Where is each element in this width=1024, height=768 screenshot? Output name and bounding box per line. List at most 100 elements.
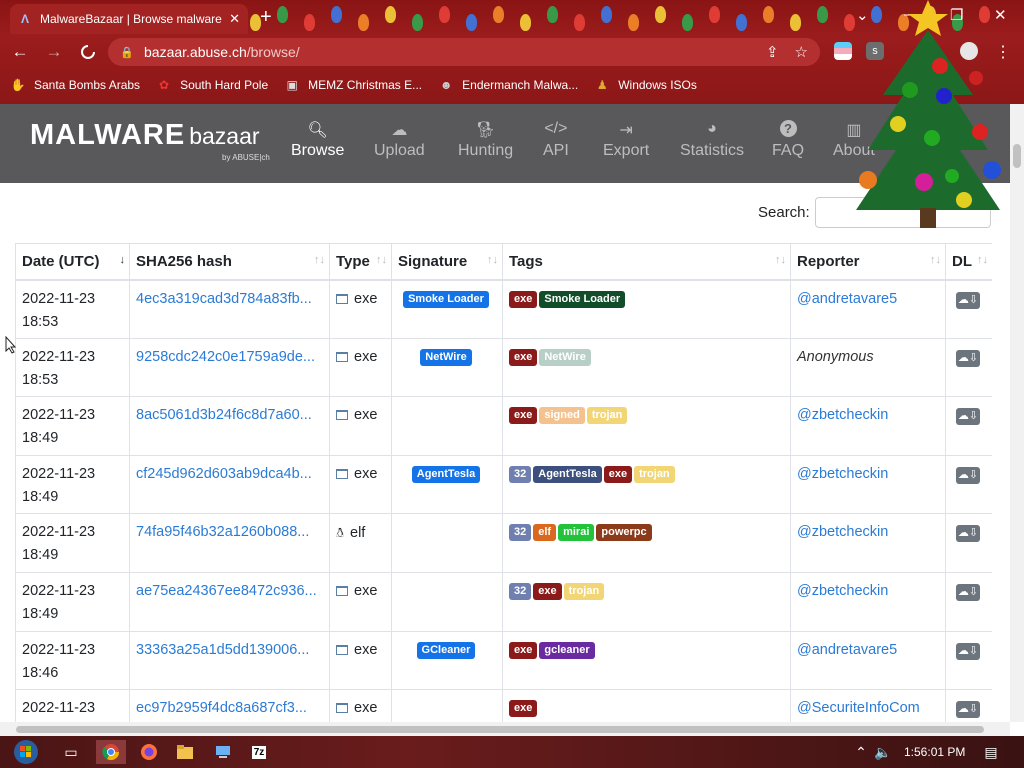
vertical-scrollbar[interactable]	[1010, 104, 1024, 722]
column-header[interactable]: Reporter ↑↓	[790, 243, 946, 281]
tag-badge[interactable]: 32	[509, 465, 532, 483]
share-icon[interactable]: ⇪	[766, 43, 779, 61]
taskbar-clock[interactable]: 1:56:01 PM	[904, 745, 965, 759]
bookmark-item[interactable]: ✿ South Hard Pole	[156, 77, 268, 93]
sort-icon[interactable]: ↑↓	[930, 254, 941, 266]
tag-badge[interactable]: NetWire	[539, 348, 591, 366]
reporter-link[interactable]: @zbetcheckin	[797, 524, 888, 540]
notification-center-icon[interactable]: ▤	[976, 740, 1006, 764]
7zip-icon[interactable]: 7z	[244, 740, 274, 764]
menu-export[interactable]: ⇥ Export	[603, 120, 649, 160]
sha256-link[interactable]: ec97b2959f4dc8a687cf3...	[136, 697, 323, 720]
address-bar[interactable]: 🔒 bazaar.abuse.ch/browse/ ⇪ ☆	[108, 38, 820, 66]
tag-badge[interactable]: 32	[509, 524, 532, 542]
tag-badge[interactable]: exe	[533, 582, 562, 600]
sha256-link[interactable]: 33363a25a1d5dd139006...	[136, 639, 323, 662]
tag-badge[interactable]: exe	[509, 700, 538, 718]
sort-icon[interactable]: ↑↓	[314, 254, 325, 266]
column-header[interactable]: DL ↑↓	[945, 243, 992, 281]
cloud-download-icon[interactable]: ☁⇩	[956, 349, 980, 367]
menu-browse[interactable]: 🔍︎ Browse	[291, 120, 344, 160]
sort-icon[interactable]: ↓	[120, 254, 126, 266]
signature-badge[interactable]: Smoke Loader	[403, 290, 489, 308]
bookmark-item[interactable]: ☻ Endermanch Malwa...	[438, 77, 578, 93]
cloud-download-icon[interactable]: ☁⇩	[956, 642, 980, 660]
tag-badge[interactable]: trojan	[586, 407, 628, 425]
forward-button[interactable]: →	[40, 38, 68, 66]
horizontal-scroll-thumb[interactable]	[16, 726, 984, 733]
reporter-link[interactable]: @SecuriteInfoCom	[797, 700, 920, 716]
firefox-taskbar-icon[interactable]	[134, 740, 164, 764]
cloud-download-icon[interactable]: ☁⇩	[956, 291, 980, 309]
tag-badge[interactable]: powerpc	[596, 524, 652, 542]
menu-statistics[interactable]: ◕ Statistics	[680, 120, 744, 160]
column-header[interactable]: Type ↑↓	[329, 243, 392, 281]
new-tab-button[interactable]: +	[260, 6, 272, 29]
sort-icon[interactable]: ↑↓	[775, 254, 786, 266]
tag-badge[interactable]: AgentTesla	[533, 465, 602, 483]
reporter-link[interactable]: @zbetcheckin	[797, 466, 888, 482]
bookmark-item[interactable]: ♟ Windows ISOs	[594, 77, 697, 93]
tag-badge[interactable]: exe	[509, 348, 538, 366]
menu-hunting[interactable]: 🐕︎ Hunting	[458, 120, 513, 160]
tag-badge[interactable]: trojan	[563, 582, 605, 600]
reporter-link[interactable]: @zbetcheckin	[797, 407, 888, 423]
column-header[interactable]: Date (UTC) ↓	[15, 243, 130, 281]
network-app-icon[interactable]	[208, 740, 238, 764]
reporter-link[interactable]: @andretavare5	[797, 291, 897, 307]
tag-badge[interactable]: trojan	[634, 465, 675, 483]
tag-badge[interactable]: gcleaner	[539, 641, 595, 659]
horizontal-scrollbar[interactable]	[0, 722, 1010, 736]
sha256-link[interactable]: 8ac5061d3b24f6c8d7a60...	[136, 404, 323, 427]
start-button[interactable]	[8, 740, 44, 764]
browser-tab[interactable]: Λ MalwareBazaar | Browse malware ✕	[10, 4, 248, 34]
tab-close-icon[interactable]: ✕	[229, 11, 240, 27]
column-header[interactable]: SHA256 hash ↑↓	[129, 243, 330, 281]
sha256-link[interactable]: 9258cdc242c0e1759a9de...	[136, 346, 323, 369]
tag-badge[interactable]: Smoke Loader	[539, 290, 626, 308]
reporter-link[interactable]: @zbetcheckin	[797, 583, 888, 599]
menu-upload[interactable]: ☁ Upload	[374, 120, 425, 160]
bookmark-item[interactable]: ✋ Santa Bombs Arabs	[10, 77, 141, 93]
tag-badge[interactable]: exe	[509, 290, 538, 308]
cloud-download-icon[interactable]: ☁⇩	[956, 408, 980, 426]
sort-icon[interactable]: ↑↓	[487, 254, 498, 266]
tag-badge[interactable]: 32	[509, 582, 532, 600]
column-header[interactable]: Signature ↑↓	[391, 243, 503, 281]
sha256-link[interactable]: ae75ea24367ee8472c936...	[136, 580, 323, 603]
sha256-link[interactable]: 74fa95f46b32a1260b088...	[136, 521, 323, 544]
bookmark-item[interactable]: ▣ MEMZ Christmas E...	[284, 77, 422, 93]
menu-api[interactable]: </> API	[543, 120, 569, 160]
bookmark-star-icon[interactable]: ☆	[795, 43, 808, 61]
sort-icon[interactable]: ↑↓	[376, 254, 387, 266]
menu-faq[interactable]: ? FAQ	[772, 120, 804, 160]
sha256-link[interactable]: 4ec3a319cad3d784a83fb...	[136, 288, 323, 311]
vertical-scroll-thumb[interactable]	[1013, 144, 1021, 168]
reporter-link[interactable]: @andretavare5	[797, 642, 897, 658]
cloud-download-icon[interactable]: ☁⇩	[956, 583, 980, 601]
tag-badge[interactable]: exe	[509, 641, 538, 659]
tag-badge[interactable]: exe	[603, 465, 633, 483]
tag-badge[interactable]: mirai	[558, 524, 595, 542]
back-button[interactable]: ←	[6, 38, 34, 66]
cloud-download-icon[interactable]: ☁⇩	[956, 525, 980, 543]
malwarebazaar-logo[interactable]: MALWARE bazaar by ABUSE|ch	[30, 119, 270, 162]
chrome-taskbar-icon[interactable]	[96, 740, 126, 764]
task-view-icon[interactable]: ▭	[56, 740, 86, 764]
volume-icon[interactable]: 🔈	[868, 740, 898, 764]
signature-badge[interactable]: GCleaner	[416, 641, 476, 659]
file-explorer-icon[interactable]	[170, 740, 200, 764]
stop-loading-button[interactable]	[74, 38, 102, 66]
tag-badge[interactable]: exe	[509, 407, 538, 425]
cloud-download-icon[interactable]: ☁⇩	[956, 466, 980, 484]
signature-badge[interactable]: AgentTesla	[411, 465, 481, 483]
tag-badge[interactable]: signed	[539, 407, 585, 425]
signature-badge[interactable]: NetWire	[420, 348, 472, 366]
sha256-link[interactable]: cf245d962d603ab9dca4b...	[136, 463, 323, 486]
cloud-download-icon[interactable]: ☁⇩	[956, 701, 980, 719]
tag-badge[interactable]: elf	[533, 524, 557, 542]
sort-icon[interactable]: ↑↓	[977, 254, 988, 266]
light-bulb	[385, 6, 396, 23]
column-header[interactable]: Tags ↑↓	[502, 243, 791, 281]
lock-icon[interactable]: 🔒	[120, 46, 134, 59]
